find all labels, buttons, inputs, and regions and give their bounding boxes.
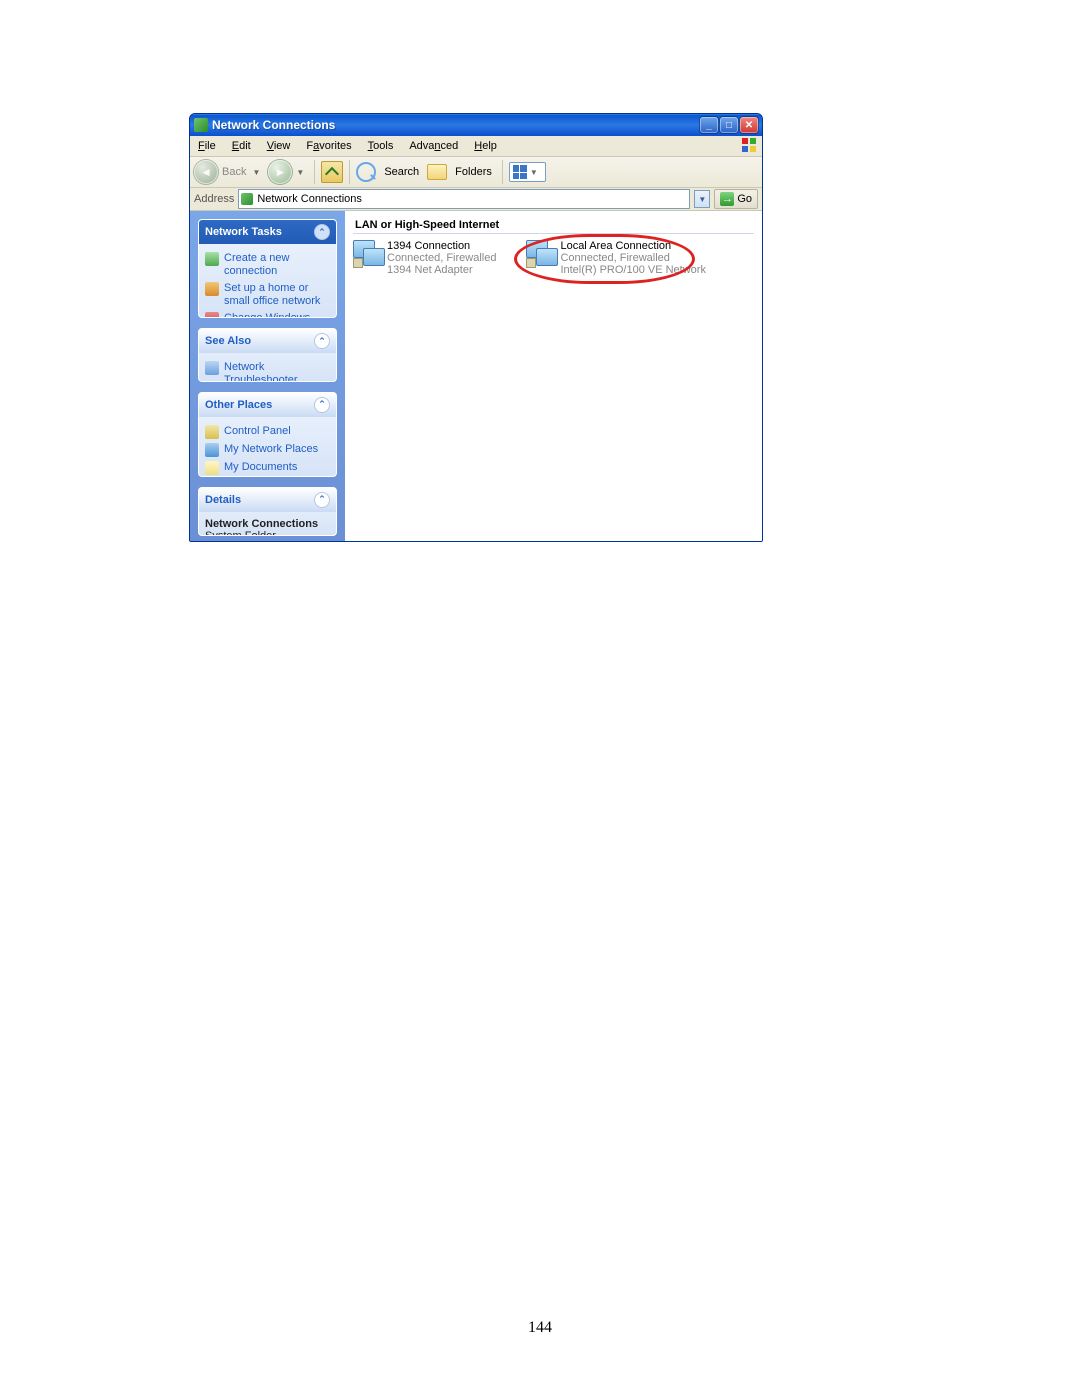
folders-icon[interactable]: [427, 164, 447, 180]
search-icon[interactable]: [356, 162, 376, 182]
menu-edit[interactable]: Edit: [224, 138, 259, 154]
go-arrow-icon: →: [720, 192, 734, 206]
chevron-up-icon: ⌃: [314, 492, 330, 508]
address-icon: [241, 193, 253, 205]
chevron-up-icon: ⌃: [314, 224, 330, 240]
forward-button[interactable]: ►: [268, 160, 292, 184]
address-input[interactable]: Network Connections: [238, 189, 690, 209]
panel-other-places: Other Places ⌃ Control Panel My Network …: [198, 392, 337, 477]
window-title: Network Connections: [212, 118, 700, 132]
chevron-up-icon: ⌃: [314, 333, 330, 349]
views-dropdown-icon: ▼: [530, 168, 538, 177]
back-dropdown-icon[interactable]: ▼: [252, 168, 260, 177]
connection-adapter: 1394 Net Adapter: [387, 264, 496, 276]
up-folder-button[interactable]: [321, 161, 343, 183]
titlebar[interactable]: Network Connections _ □ ✕: [190, 114, 762, 136]
details-type: System Folder: [205, 530, 330, 536]
views-grid-icon: [513, 165, 527, 179]
connection-status: Connected, Firewalled: [560, 252, 706, 264]
item-local-area-connection[interactable]: Local Area Connection Connected, Firewal…: [526, 240, 706, 276]
minimize-button[interactable]: _: [700, 117, 718, 133]
link-create-connection[interactable]: Create a new connection: [205, 250, 330, 280]
toolbar-separator: [349, 160, 350, 184]
menubar: File Edit View Favorites Tools Advanced …: [190, 136, 762, 157]
menu-advanced[interactable]: Advanced: [401, 138, 466, 154]
connection-name: Local Area Connection: [560, 240, 706, 252]
connection-status: Connected, Firewalled: [387, 252, 496, 264]
connection-icon: [353, 240, 381, 268]
maximize-button[interactable]: □: [720, 117, 738, 133]
network-places-icon: [205, 443, 219, 457]
menu-file[interactable]: File: [190, 138, 224, 154]
app-icon: [194, 118, 208, 132]
home-network-icon: [205, 282, 219, 296]
folders-label[interactable]: Folders: [455, 166, 492, 178]
views-button[interactable]: ▼: [509, 162, 546, 182]
link-control-panel[interactable]: Control Panel: [205, 423, 330, 441]
link-setup-network[interactable]: Set up a home or small office network: [205, 280, 330, 310]
menu-view[interactable]: View: [259, 138, 299, 154]
toolbar-separator: [502, 160, 503, 184]
content-area: LAN or High-Speed Internet 1394 Connecti…: [345, 211, 762, 542]
group-header-lan: LAN or High-Speed Internet: [353, 217, 754, 234]
address-label: Address: [194, 193, 234, 205]
panel-see-also: See Also ⌃ Network Troubleshooter: [198, 328, 337, 382]
panel-header-see-also[interactable]: See Also ⌃: [199, 329, 336, 353]
shield-icon: [205, 312, 219, 318]
close-button[interactable]: ✕: [740, 117, 758, 133]
address-dropdown-icon[interactable]: ▼: [694, 190, 710, 208]
addressbar: Address Network Connections ▼ → Go: [190, 188, 762, 211]
back-label: Back: [222, 166, 246, 178]
panel-header-details[interactable]: Details ⌃: [199, 488, 336, 512]
panel-details: Details ⌃ Network Connections System Fol…: [198, 487, 337, 536]
back-button[interactable]: ◄: [194, 160, 218, 184]
item-1394-connection[interactable]: 1394 Connection Connected, Firewalled 13…: [353, 240, 496, 276]
toolbar-separator: [314, 160, 315, 184]
go-label: Go: [737, 193, 752, 205]
tasks-sidebar: Network Tasks ⌃ Create a new connection …: [190, 211, 345, 542]
menu-help[interactable]: Help: [466, 138, 505, 154]
connection-icon: [526, 240, 554, 268]
address-value: Network Connections: [257, 193, 362, 205]
network-connections-window: Network Connections _ □ ✕ File Edit View…: [189, 113, 763, 542]
link-my-documents[interactable]: My Documents: [205, 459, 330, 477]
connection-adapter: Intel(R) PRO/100 VE Network: [560, 264, 706, 276]
link-network-troubleshooter[interactable]: Network Troubleshooter: [205, 359, 330, 382]
wizard-icon: [205, 252, 219, 266]
forward-dropdown-icon[interactable]: ▼: [296, 168, 304, 177]
panel-header-other-places[interactable]: Other Places ⌃: [199, 393, 336, 417]
menu-favorites[interactable]: Favorites: [298, 138, 359, 154]
windows-logo-icon: [742, 138, 758, 154]
details-name: Network Connections: [205, 518, 330, 530]
panel-network-tasks: Network Tasks ⌃ Create a new connection …: [198, 219, 337, 318]
page-number: 144: [0, 1319, 1080, 1337]
control-panel-icon: [205, 425, 219, 439]
documents-icon: [205, 461, 219, 475]
connection-name: 1394 Connection: [387, 240, 496, 252]
info-icon: [205, 361, 219, 375]
toolbar: ◄ Back ▼ ► ▼ Search Folders ▼: [190, 157, 762, 188]
panel-header-network-tasks[interactable]: Network Tasks ⌃: [199, 220, 336, 244]
link-firewall-settings[interactable]: Change Windows Firewall settings: [205, 310, 330, 318]
go-button[interactable]: → Go: [714, 189, 758, 209]
menu-tools[interactable]: Tools: [360, 138, 402, 154]
link-my-network-places[interactable]: My Network Places: [205, 441, 330, 459]
search-label[interactable]: Search: [384, 166, 419, 178]
chevron-up-icon: ⌃: [314, 397, 330, 413]
